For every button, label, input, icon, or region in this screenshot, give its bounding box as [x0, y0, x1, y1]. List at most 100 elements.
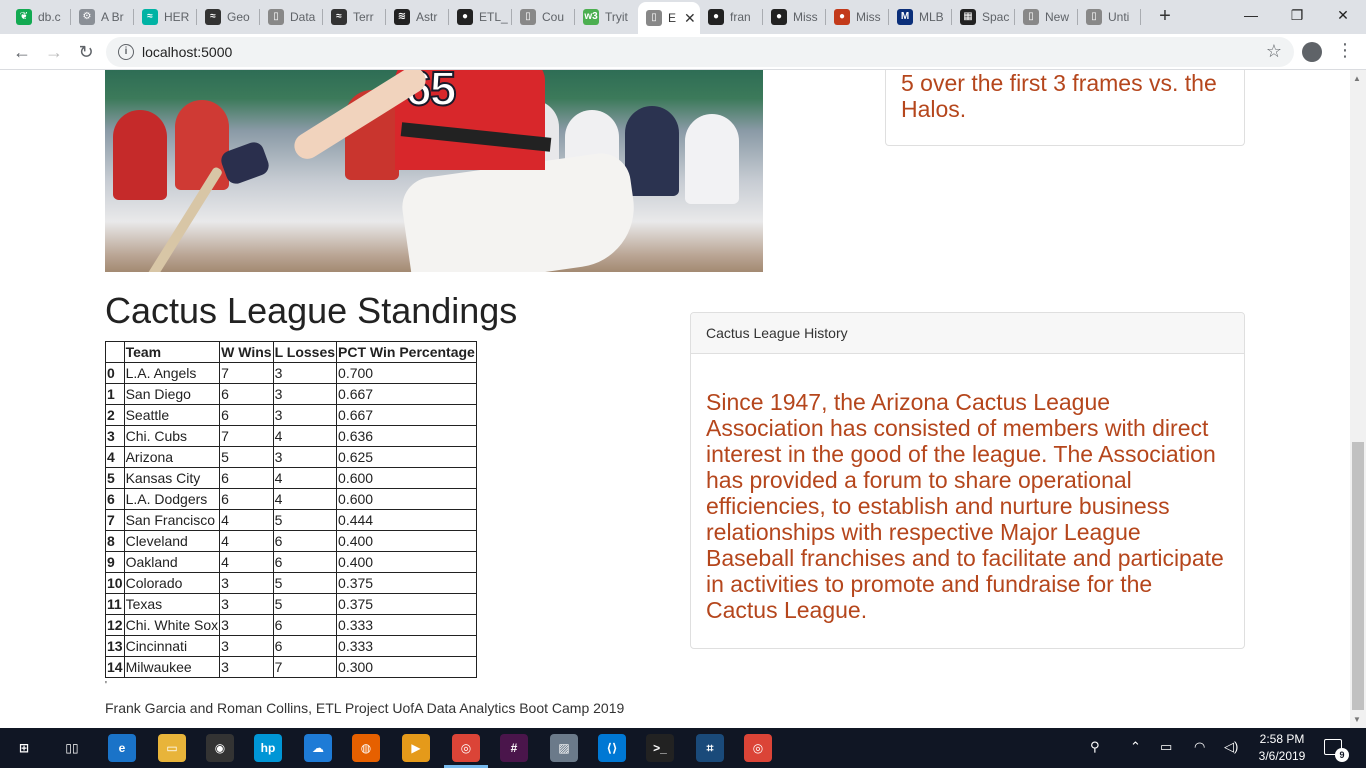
table-cell: Arizona — [123, 446, 221, 468]
history-card: Cactus League History Since 1947, the Ar… — [690, 312, 1245, 649]
browser-tab[interactable]: w3 Tryit — [575, 4, 638, 30]
scroll-up-icon[interactable]: ▲ — [1353, 74, 1361, 83]
document-icon: ▯ — [1023, 9, 1039, 25]
browser-tab[interactable]: M MLB — [889, 4, 952, 30]
table-row: 10 Colorado 3 5 0.375 — [105, 572, 477, 594]
people-icon[interactable]: ⚲ — [1090, 739, 1100, 755]
bookmark-star-icon[interactable]: ☆ — [1266, 41, 1282, 62]
table-row: 3 Chi. Cubs 7 4 0.636 — [105, 425, 477, 447]
kebab-menu-icon[interactable]: ⋮ — [1336, 40, 1354, 61]
clock-date: 3/6/2019 — [1258, 749, 1306, 763]
table-cell: 0.444 — [336, 509, 477, 531]
table-cell: 4 — [219, 509, 274, 531]
document-icon: ▯ — [646, 10, 662, 26]
image-viewer-icon[interactable]: ▨ — [550, 734, 578, 762]
table-cell: 6 — [272, 614, 338, 636]
chrome-icon[interactable]: ◎ — [452, 734, 480, 762]
table-cell: L.A. Dodgers — [123, 488, 221, 510]
browser-tab[interactable]: ● fran — [700, 4, 763, 30]
table-cell: 3 — [219, 656, 274, 678]
browser-tab[interactable]: ▯ E ✕ — [638, 2, 700, 34]
table-cell: Chi. Cubs — [123, 425, 221, 447]
table-cell: Cincinnati — [123, 635, 221, 657]
zigzag-icon: ≋ — [394, 9, 410, 25]
row-index: 2 — [105, 404, 125, 426]
browser-tab[interactable]: ● Miss — [826, 4, 889, 30]
close-window-button[interactable]: ✕ — [1320, 0, 1366, 30]
new-tab-button[interactable]: + — [1154, 5, 1176, 27]
browser-tab[interactable]: ≈ Terr — [323, 4, 386, 30]
tray-expand-icon[interactable]: ⌃ — [1130, 739, 1141, 755]
minimize-button[interactable]: — — [1228, 0, 1274, 30]
onedrive-icon[interactable]: ☁ — [304, 734, 332, 762]
vscode-icon[interactable]: ⟨⟩ — [598, 734, 626, 762]
table-cell: 0.333 — [336, 635, 477, 657]
close-tab-icon[interactable]: ✕ — [684, 10, 696, 27]
volume-icon[interactable]: ◁) — [1224, 739, 1238, 755]
table-cell: Chi. White Sox — [123, 614, 221, 636]
checker-icon: ▦ — [960, 9, 976, 25]
browser-tab[interactable]: ▯ Data — [260, 4, 323, 30]
column-header: PCT Win Percentage — [336, 341, 477, 363]
scrollbar-thumb[interactable] — [1352, 442, 1364, 710]
table-cell: 6 — [272, 635, 338, 657]
browser-toolbar: ← → ↻ i localhost:5000 ☆ ⋮ — [0, 34, 1366, 70]
browser-tab[interactable]: ≋ Astr — [386, 4, 449, 30]
tab-label: HER — [164, 10, 190, 24]
windows-start-icon[interactable]: ⊞ — [10, 734, 38, 762]
address-bar[interactable]: i localhost:5000 ☆ — [106, 37, 1294, 67]
browser-tab[interactable]: ▯ Unti — [1078, 4, 1141, 30]
wifi-icon[interactable]: ◠ — [1194, 739, 1205, 755]
forward-arrow-icon[interactable]: → — [42, 40, 66, 64]
file-explorer-icon[interactable]: ▭ — [158, 734, 186, 762]
table-cell: 0.667 — [336, 404, 477, 426]
table-cell: 3 — [272, 404, 338, 426]
reload-icon[interactable]: ↻ — [74, 40, 98, 64]
table-cell: 5 — [272, 509, 338, 531]
firefox-icon[interactable]: ◍ — [352, 734, 380, 762]
browser-tab[interactable]: ≈ Geo — [197, 4, 260, 30]
leaf-icon: ❦ — [16, 9, 32, 25]
site-info-icon[interactable]: i — [118, 44, 134, 60]
table-cell: 6 — [219, 467, 274, 489]
account-avatar-icon[interactable] — [1302, 42, 1322, 62]
row-index: 5 — [105, 467, 125, 489]
tab-label: Miss — [856, 10, 881, 24]
browser-tab[interactable]: ▯ New — [1015, 4, 1078, 30]
battery-icon[interactable]: ▭ — [1160, 739, 1172, 755]
edge-icon[interactable]: e — [108, 734, 136, 762]
restore-button[interactable]: ❐ — [1274, 0, 1320, 30]
system-clock[interactable]: 2:58 PM 3/6/2019 — [1254, 731, 1310, 765]
scroll-down-icon[interactable]: ▼ — [1353, 715, 1361, 724]
page-scrollbar[interactable]: ▲ ▼ — [1350, 70, 1366, 728]
hp-icon[interactable]: hp — [254, 734, 282, 762]
webcam-icon[interactable]: ◉ — [206, 734, 234, 762]
table-cell: 0.667 — [336, 383, 477, 405]
browser-tab[interactable]: ≈ HER — [134, 4, 197, 30]
tab-label: ETL_ — [479, 10, 508, 24]
row-index: 6 — [105, 488, 125, 510]
table-cell: L.A. Angels — [123, 362, 221, 384]
browser-tab[interactable]: ⚙ A Br — [71, 4, 134, 30]
task-view-icon[interactable]: ▯▯ — [58, 734, 86, 762]
clock-time: 2:58 PM — [1259, 732, 1305, 746]
browser-tab[interactable]: ▦ Spac — [952, 4, 1015, 30]
browser-tab[interactable]: ▯ Cou — [512, 4, 575, 30]
table-cell: 0.375 — [336, 593, 477, 615]
browser-tab[interactable]: ❦ db.c — [8, 4, 71, 30]
table-cell: 0.400 — [336, 530, 477, 552]
back-arrow-icon[interactable]: ← — [10, 40, 34, 64]
slack-icon[interactable]: # — [500, 734, 528, 762]
media-player-icon[interactable]: ▶ — [402, 734, 430, 762]
table-row: 13 Cincinnati 3 6 0.333 — [105, 635, 477, 657]
chrome-icon[interactable]: ◎ — [744, 734, 772, 762]
terminal-icon[interactable]: >_ — [646, 734, 674, 762]
browser-tab[interactable]: ● ETL_ — [449, 4, 512, 30]
table-cell: Texas — [123, 593, 221, 615]
table-row: 12 Chi. White Sox 3 6 0.333 — [105, 614, 477, 636]
notification-center-icon[interactable]: 9 — [1324, 739, 1349, 762]
url-text[interactable]: localhost:5000 — [142, 44, 232, 60]
windows-taskbar: ⚲ ⌃ ▭ ◠ ◁) 2:58 PM 3/6/2019 9 ⊞ ▯▯ e ▭ ◉ hp ☁ ◍… — [0, 728, 1366, 768]
browser-tab[interactable]: ● Miss — [763, 4, 826, 30]
sql-tool-icon[interactable]: ⌗ — [696, 734, 724, 762]
